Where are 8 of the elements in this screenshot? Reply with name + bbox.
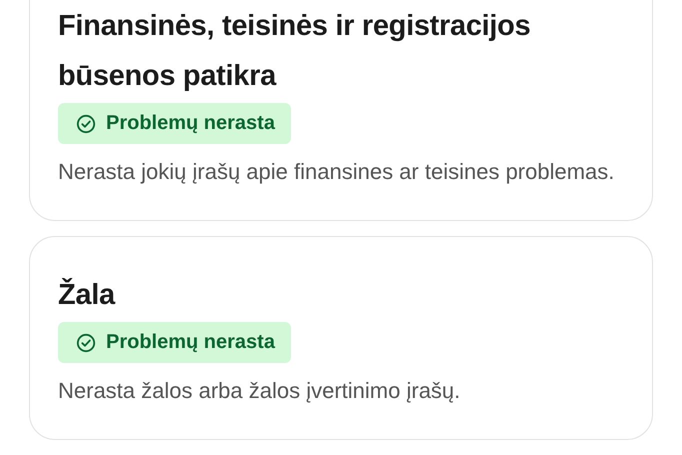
status-badge: Problemų nerasta [58, 103, 291, 144]
check-circle-icon [76, 114, 96, 134]
card-description: Nerasta žalos arba žalos įvertinimo įrašų. [58, 377, 462, 405]
status-badge: Problemų nerasta [58, 322, 291, 363]
card-title: Žala [58, 277, 116, 313]
check-circle-icon [76, 332, 96, 352]
card-description: Nerasta jokių įrašų apie finansines ar teisines problemas. [58, 158, 616, 186]
card-title: Finansinės, teisinės ir registracijos būsenos patikra [58, 9, 532, 94]
